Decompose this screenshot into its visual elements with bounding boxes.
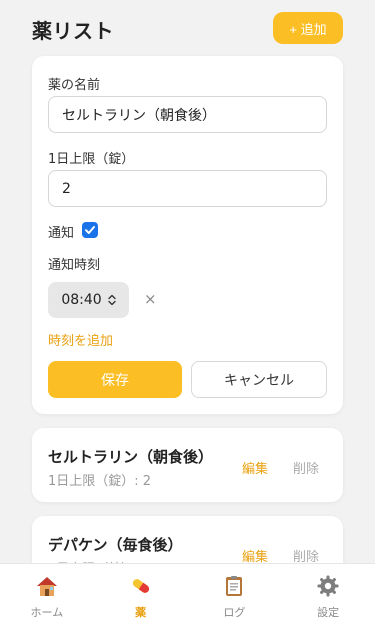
- nav-item-medications[interactable]: 薬: [94, 564, 188, 627]
- nav-label-log: ログ: [223, 606, 246, 619]
- time-value: 08:40: [61, 292, 102, 308]
- time-select[interactable]: 08:40: [48, 282, 129, 318]
- notify-checkbox[interactable]: [82, 222, 98, 238]
- nav-item-settings[interactable]: 設定: [281, 564, 375, 627]
- cancel-button[interactable]: キャンセル: [191, 361, 327, 398]
- notify-label: 通知: [48, 226, 75, 241]
- medication-name: デパケン（毎食後）: [48, 536, 183, 554]
- medication-name: セルトラリン（朝食後）: [48, 448, 214, 466]
- nav-label-medications: 薬: [135, 606, 147, 619]
- notify-time-label: 通知時刻: [48, 258, 101, 273]
- nav-item-home[interactable]: ホーム: [0, 564, 94, 627]
- name-label: 薬の名前: [48, 78, 101, 93]
- header: 薬リスト + 追加: [0, 0, 375, 56]
- medication-form-card: 薬の名前 セルトラリン（朝食後） 1日上限（錠） 2 通知 通知時刻 08:40…: [32, 56, 343, 414]
- nav-label-settings: 設定: [317, 606, 340, 619]
- delete-button[interactable]: 削除: [293, 458, 319, 477]
- save-button[interactable]: 保存: [48, 361, 182, 398]
- medication-card: セルトラリン（朝食後） 1日上限（錠）: 2 編集 削除: [32, 428, 343, 502]
- edit-button[interactable]: 編集: [242, 458, 268, 477]
- bottom-nav: ホーム 薬 ログ 設定: [0, 563, 375, 627]
- pill-icon: [132, 579, 149, 593]
- name-input[interactable]: セルトラリン（朝食後）: [48, 96, 327, 133]
- checkmark-icon: [85, 226, 95, 234]
- add-medication-button[interactable]: + 追加: [273, 12, 343, 44]
- add-time-link[interactable]: 時刻を追加: [48, 330, 113, 349]
- chevron-updown-icon: [107, 294, 116, 306]
- nav-item-log[interactable]: ログ: [188, 564, 282, 627]
- gear-icon: [317, 575, 339, 597]
- page-title: 薬リスト: [32, 19, 114, 43]
- house-icon: [36, 577, 57, 596]
- remove-time-button[interactable]: ×: [144, 290, 157, 308]
- limit-label: 1日上限（錠）: [48, 152, 135, 167]
- nav-label-home: ホーム: [30, 606, 64, 619]
- clipboard-icon: [226, 576, 243, 596]
- medication-limit: 1日上限（錠）: 2: [48, 474, 152, 489]
- limit-input[interactable]: 2: [48, 170, 327, 207]
